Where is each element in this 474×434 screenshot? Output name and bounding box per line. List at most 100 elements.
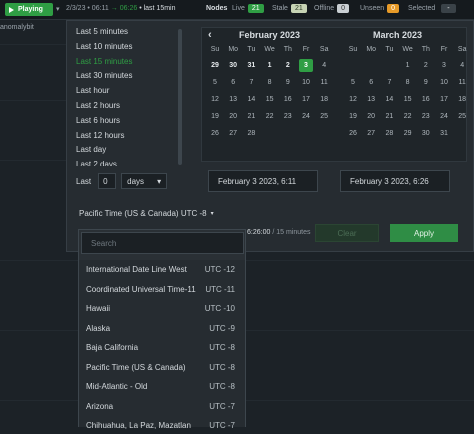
- calendar-day[interactable]: 4: [455, 59, 469, 72]
- selected-stat[interactable]: Selected -: [408, 4, 456, 13]
- timezone-option[interactable]: Coordinated Universal Time-11 UTC -11: [79, 280, 245, 300]
- stale-stat[interactable]: Stale 21: [272, 4, 307, 13]
- calendar-day[interactable]: 10: [437, 76, 451, 89]
- calendar-day[interactable]: 9: [419, 76, 433, 89]
- calendar-day[interactable]: 20: [226, 110, 240, 123]
- calendar-day[interactable]: 2: [419, 59, 433, 72]
- calendar-day[interactable]: 11: [317, 76, 331, 89]
- timezone-option[interactable]: Hawaii UTC -10: [79, 299, 245, 319]
- calendar-day[interactable]: 31: [437, 127, 451, 140]
- calendar-day[interactable]: 1: [401, 59, 415, 72]
- calendar-day[interactable]: 5: [346, 76, 360, 89]
- prev-month-icon[interactable]: ‹: [208, 29, 212, 41]
- live-stat[interactable]: Live 21: [232, 4, 264, 13]
- calendar-day[interactable]: 7: [382, 76, 396, 89]
- calendar-day[interactable]: 6: [226, 76, 240, 89]
- calendar-day[interactable]: 28: [382, 127, 396, 140]
- timezone-search-input[interactable]: [81, 232, 244, 254]
- quick-range-item[interactable]: Last day: [76, 145, 176, 160]
- calendar-day[interactable]: 28: [244, 127, 258, 140]
- quick-range-item[interactable]: Last 12 hours: [76, 131, 176, 146]
- calendar-day[interactable]: 10: [299, 76, 313, 89]
- clear-button[interactable]: Clear: [315, 224, 379, 242]
- calendar-day[interactable]: 24: [299, 110, 313, 123]
- calendar-day[interactable]: 3: [299, 59, 313, 72]
- calendar-day[interactable]: 25: [317, 110, 331, 123]
- calendar-day[interactable]: 21: [244, 110, 258, 123]
- calendar-day[interactable]: 5: [208, 76, 222, 89]
- calendar-day[interactable]: 16: [281, 93, 295, 106]
- timezone-option[interactable]: Baja California UTC -8: [79, 338, 245, 358]
- quick-range-item[interactable]: Last 10 minutes: [76, 42, 176, 57]
- quick-range-item[interactable]: Last 6 hours: [76, 116, 176, 131]
- calendar-day[interactable]: 18: [455, 93, 469, 106]
- quick-range-item[interactable]: Last hour: [76, 86, 176, 101]
- timezone-option[interactable]: Pacific Time (US & Canada) UTC -8: [79, 358, 245, 378]
- calendar-day[interactable]: 1: [263, 59, 277, 72]
- calendar-day[interactable]: 7: [244, 76, 258, 89]
- apply-button[interactable]: Apply: [390, 224, 458, 242]
- quick-range-item[interactable]: Last 15 minutes: [76, 57, 176, 72]
- calendar-day[interactable]: 30: [419, 127, 433, 140]
- timezone-option[interactable]: International Date Line West UTC -12: [79, 260, 245, 280]
- date-range-summary[interactable]: 2/3/23 • 06:11 → 06:26 • last 15min: [66, 5, 176, 12]
- calendar-day[interactable]: 26: [208, 127, 222, 140]
- calendar-day[interactable]: 27: [364, 127, 378, 140]
- calendar-day[interactable]: 15: [263, 93, 277, 106]
- calendar-day[interactable]: 19: [208, 110, 222, 123]
- calendar-day[interactable]: 27: [226, 127, 240, 140]
- calendar-day[interactable]: 29: [401, 127, 415, 140]
- calendar-day[interactable]: 14: [382, 93, 396, 106]
- end-date-input[interactable]: February 3 2023, 6:26: [340, 170, 450, 192]
- calendar-day[interactable]: 22: [263, 110, 277, 123]
- calendar-day[interactable]: 26: [346, 127, 360, 140]
- calendar-day[interactable]: 11: [455, 76, 469, 89]
- playing-button[interactable]: Playing: [5, 3, 53, 16]
- calendar-day[interactable]: 22: [401, 110, 415, 123]
- calendar-day[interactable]: 8: [401, 76, 415, 89]
- start-date-input[interactable]: February 3 2023, 6:11: [208, 170, 318, 192]
- timezone-option[interactable]: Mid-Atlantic - Old UTC -8: [79, 377, 245, 397]
- chevron-down-icon[interactable]: ▾: [56, 5, 60, 13]
- calendar-day[interactable]: 17: [299, 93, 313, 106]
- quick-range-item[interactable]: Last 2 hours: [76, 101, 176, 116]
- calendar-day[interactable]: 23: [419, 110, 433, 123]
- quick-range-item[interactable]: Last 30 minutes: [76, 71, 176, 86]
- calendar-day[interactable]: 16: [419, 93, 433, 106]
- quick-range-scrollbar[interactable]: [178, 29, 182, 165]
- calendar-day[interactable]: 9: [281, 76, 295, 89]
- calendar-day[interactable]: 13: [364, 93, 378, 106]
- quick-range-item[interactable]: Last 5 minutes: [76, 27, 176, 42]
- timezone-option-offset: UTC -12: [204, 265, 235, 275]
- calendar-day[interactable]: 2: [281, 59, 295, 72]
- calendar-day[interactable]: 24: [437, 110, 451, 123]
- offline-stat[interactable]: Offline 0: [314, 4, 350, 13]
- calendar-day[interactable]: 29: [208, 59, 222, 72]
- calendar-day[interactable]: 20: [364, 110, 378, 123]
- calendar-day[interactable]: 3: [437, 59, 451, 72]
- calendar-day[interactable]: 8: [263, 76, 277, 89]
- calendar-day[interactable]: 15: [401, 93, 415, 106]
- calendar-day[interactable]: 21: [382, 110, 396, 123]
- calendar-day[interactable]: 12: [346, 93, 360, 106]
- quick-range-item[interactable]: Last 2 days: [76, 160, 176, 166]
- last-unit-select[interactable]: days ▾: [121, 173, 168, 189]
- timezone-option[interactable]: Alaska UTC -9: [79, 319, 245, 339]
- last-value-input[interactable]: 0: [98, 173, 117, 189]
- calendar-day[interactable]: 23: [281, 110, 295, 123]
- calendar-day[interactable]: 31: [244, 59, 258, 72]
- calendar-day[interactable]: 12: [208, 93, 222, 106]
- calendar-day[interactable]: 13: [226, 93, 240, 106]
- calendar-day[interactable]: 6: [364, 76, 378, 89]
- calendar-day[interactable]: 17: [437, 93, 451, 106]
- unseen-stat[interactable]: Unseen 0: [360, 4, 400, 13]
- calendar-day[interactable]: 18: [317, 93, 331, 106]
- calendar-day[interactable]: 14: [244, 93, 258, 106]
- calendar-day[interactable]: 30: [226, 59, 240, 72]
- timezone-option[interactable]: Chihuahua, La Paz, Mazatlan UTC -7: [79, 416, 245, 434]
- timezone-select[interactable]: Pacific Time (US & Canada) UTC -8 ▾: [79, 209, 214, 218]
- calendar-day[interactable]: 4: [317, 59, 331, 72]
- timezone-option[interactable]: Arizona UTC -7: [79, 397, 245, 417]
- calendar-day[interactable]: 25: [455, 110, 469, 123]
- calendar-day[interactable]: 19: [346, 110, 360, 123]
